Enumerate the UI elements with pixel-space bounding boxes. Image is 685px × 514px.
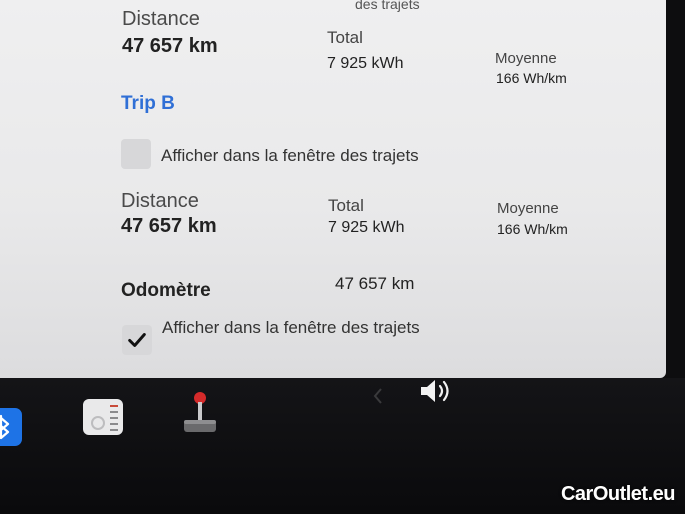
- trip-b-distance-value: 47 657 km: [121, 215, 217, 237]
- odometer-value: 47 657 km: [335, 274, 415, 293]
- chevron-left-icon[interactable]: [372, 386, 384, 406]
- watermark: CarOutlet.eu: [560, 483, 676, 505]
- trip-b-total-value: 7 925 kWh: [328, 219, 405, 236]
- trip-settings-panel: des trajets Distance 47 657 km Total 7 9…: [0, 0, 666, 378]
- trip-b-total-label: Total: [328, 196, 364, 215]
- trip-b-average-value: 166 Wh/km: [497, 221, 568, 237]
- trip-a-average-value: 166 Wh/km: [496, 70, 567, 86]
- taskbar: CarOutlet.eu: [0, 378, 685, 514]
- odometer-show-checkbox[interactable]: [122, 325, 152, 355]
- odometer-label: Odomètre: [121, 280, 211, 301]
- trip-a-distance-label: Distance: [122, 8, 200, 30]
- trip-b-show-checkbox[interactable]: [121, 139, 151, 169]
- trip-a-distance-value: 47 657 km: [122, 35, 218, 57]
- trip-a-average-label: Moyenne: [495, 50, 557, 67]
- trip-a-total-value: 7 925 kWh: [327, 55, 404, 72]
- checkmark-icon: [128, 333, 146, 347]
- odometer-show-label[interactable]: Afficher dans la fenêtre des trajets: [162, 318, 420, 338]
- trip-b-title: Trip B: [121, 93, 175, 114]
- trip-a-show-label: des trajets: [355, 0, 420, 12]
- volume-icon[interactable]: [418, 376, 456, 406]
- trip-b-distance-label: Distance: [121, 190, 199, 212]
- trip-a-total-label: Total: [327, 28, 363, 47]
- bluetooth-icon[interactable]: [0, 408, 22, 446]
- radio-icon[interactable]: [82, 397, 124, 437]
- trip-b-show-label[interactable]: Afficher dans la fenêtre des trajets: [161, 146, 419, 166]
- trip-b-average-label: Moyenne: [497, 200, 559, 217]
- joystick-icon[interactable]: [178, 390, 222, 436]
